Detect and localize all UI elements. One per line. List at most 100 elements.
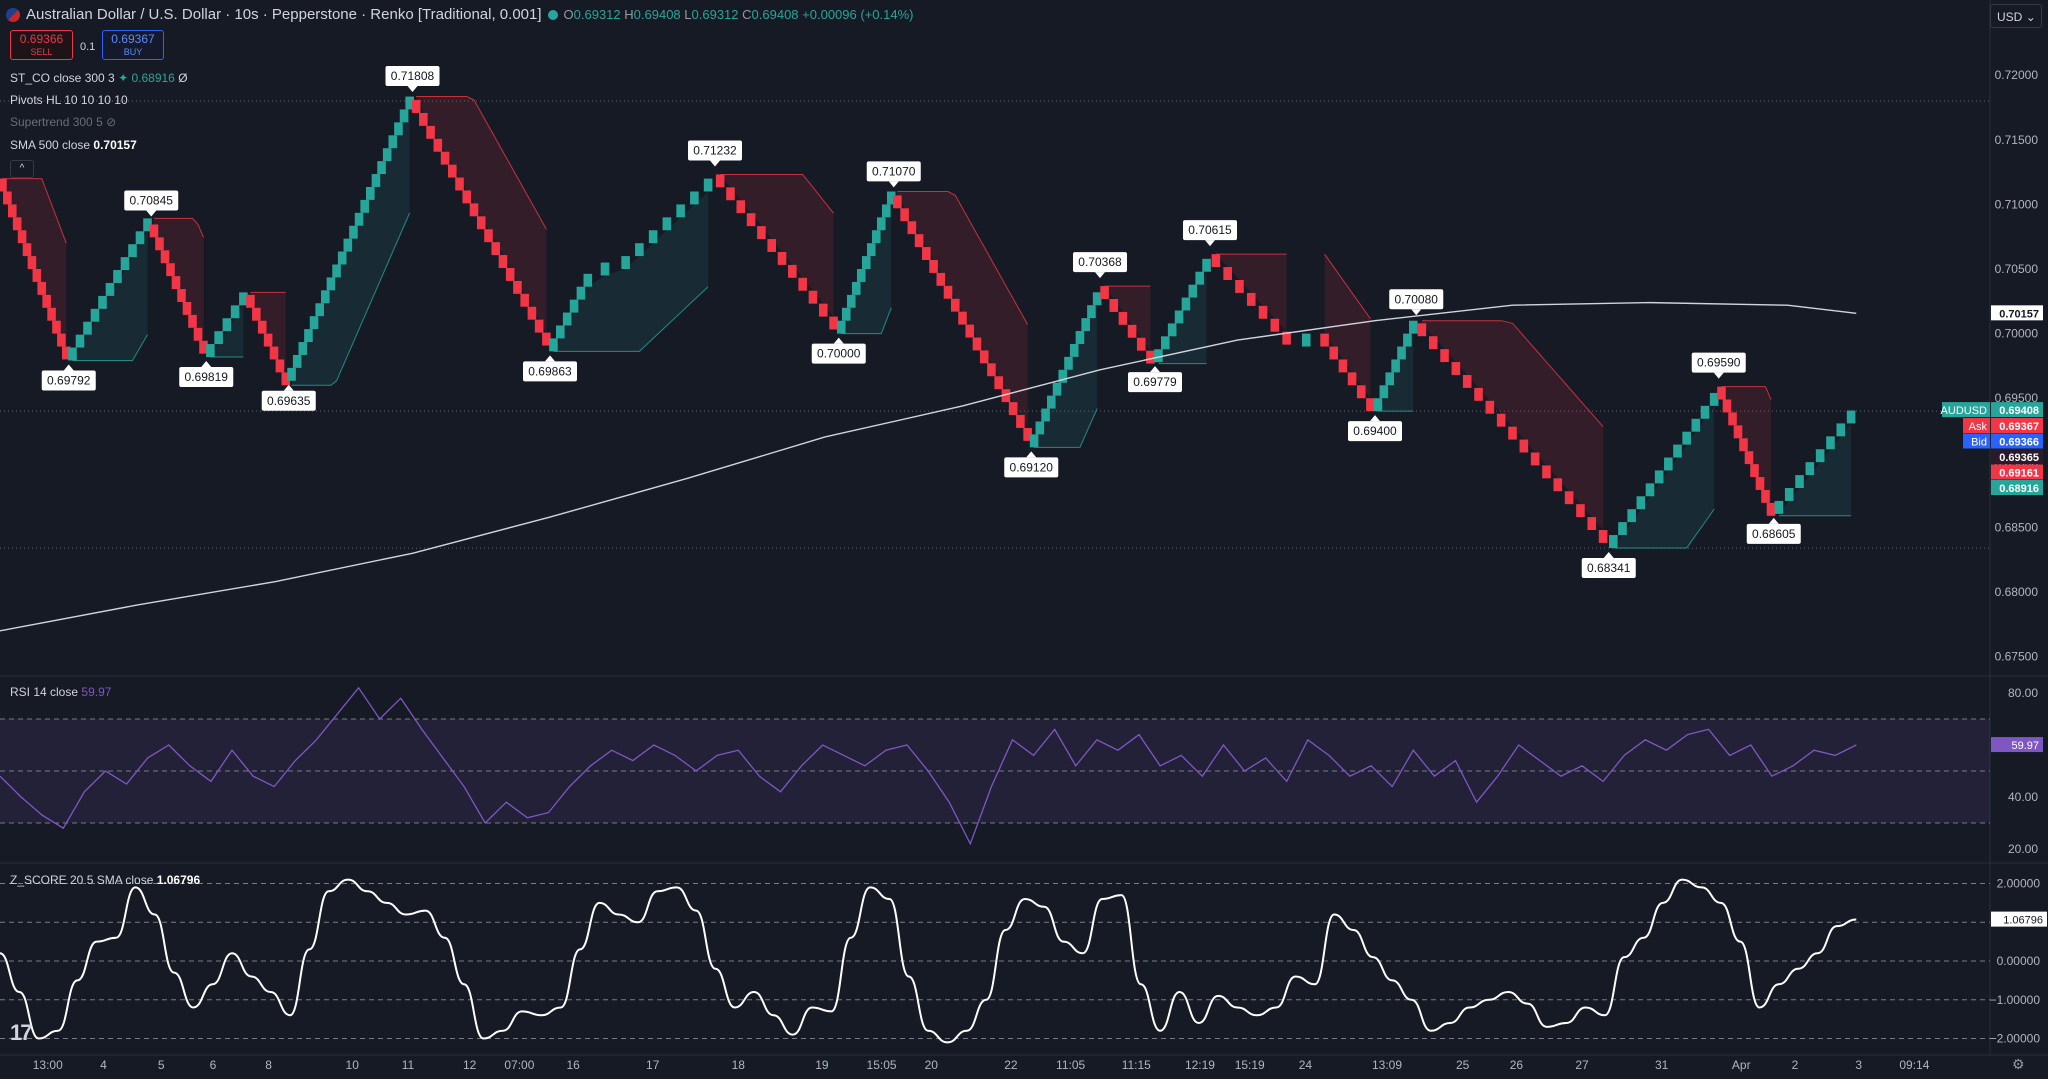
pivot-label-pointer	[201, 361, 212, 368]
spread-value: 0.1	[80, 41, 96, 53]
renko-brick-up	[135, 231, 145, 245]
sell-button[interactable]: 0.69366 SELL	[10, 30, 73, 60]
renko-brick-up	[304, 329, 313, 343]
pivot-label-low: 0.69635	[261, 384, 316, 411]
legend-supertrend[interactable]: Supertrend 300 5 ⊘	[10, 115, 116, 129]
pivot-label-high: 0.71808	[385, 66, 440, 93]
time-tick-label: 12:19	[1185, 1058, 1215, 1072]
renko-brick-down	[818, 303, 828, 317]
renko-brick-up	[90, 308, 100, 322]
pivot-label-low: 0.69779	[1128, 366, 1182, 393]
pivot-label-text: 0.70845	[130, 193, 174, 207]
renko-brick-down	[440, 151, 450, 165]
renko-brick-up	[1092, 292, 1102, 306]
renko-brick-up	[354, 212, 364, 226]
pivot-label-high: 0.70080	[1389, 289, 1444, 316]
renko-brick-down	[1258, 305, 1268, 319]
renko-brick-up	[1409, 320, 1418, 334]
pivot-label-pointer	[63, 364, 74, 371]
renko-brick-up	[1826, 436, 1835, 450]
renko-brick-up	[846, 294, 856, 308]
renko-brick-up	[326, 277, 336, 291]
pivot-label-pointer	[1713, 372, 1724, 379]
renko-brick-up	[1836, 423, 1846, 437]
renko-brick-up	[1397, 346, 1406, 360]
renko-brick-down	[1744, 451, 1754, 465]
renko-brick-down	[1576, 504, 1585, 518]
renko-brick-up	[861, 256, 871, 270]
renko-brick-up	[569, 299, 579, 313]
renko-brick-down	[1755, 477, 1765, 490]
legend-st-co[interactable]: ST_CO close 300 3 ✦ 0.68916 Ø	[10, 71, 188, 85]
renko-brick-down	[1211, 254, 1221, 268]
legend-zscore[interactable]: Z_SCORE 20 5 SMA close 1.06796	[10, 873, 200, 887]
renko-brick-up	[1188, 284, 1198, 298]
renko-brick-up	[298, 342, 308, 355]
renko-brick-up	[1618, 522, 1627, 536]
time-tick-label: 10	[346, 1058, 360, 1072]
market-status-icon	[547, 9, 558, 20]
renko-brick-down	[1733, 425, 1743, 439]
renko-brick-down	[1127, 324, 1137, 338]
pivot-label-low: 0.69863	[523, 355, 577, 382]
renko-brick-down	[1496, 413, 1506, 427]
legend-rsi[interactable]: RSI 14 close 59.97	[10, 685, 111, 699]
renko-brick-down	[798, 277, 807, 291]
rsi-tick-label: 20.00	[2008, 842, 2038, 856]
time-tick-label: 15:19	[1235, 1058, 1265, 1072]
renko-brick-down	[767, 239, 777, 252]
legend-pivots[interactable]: Pivots HL 10 10 10 10	[10, 93, 128, 107]
zscore-value-text: 1.06796	[2003, 915, 2043, 927]
buy-button[interactable]: 0.69367 BUY	[102, 30, 164, 60]
renko-brick-up	[399, 109, 409, 123]
pivot-labels: 0.69792 0.70845 0.69819 0.69635 0.71808 0.698…	[41, 66, 1801, 578]
renko-brick-down	[1530, 452, 1540, 466]
renko-brick-down	[914, 234, 924, 248]
legend-sma[interactable]: SMA 500 close 0.70157	[10, 138, 137, 152]
hidden-eye-icon[interactable]: ⊘	[106, 115, 116, 129]
renko-brick-down	[498, 255, 508, 268]
renko-brick-down	[987, 363, 996, 377]
ohlc-values: O0.69312 H0.69408 L0.69312 C0.69408 +0.0…	[563, 7, 914, 22]
renko-brick-up	[1373, 398, 1383, 412]
renko-brick-up	[371, 174, 381, 187]
pivot-label-pointer	[1205, 240, 1215, 247]
pivot-label-text: 0.69120	[1010, 460, 1054, 474]
symbol-title[interactable]: Australian Dollar / U.S. Dollar · 10s · …	[26, 6, 542, 23]
renko-brick-down	[484, 229, 493, 243]
pivot-label-text: 0.70368	[1078, 255, 1122, 269]
settings-gear-icon[interactable]: ⚙	[2012, 1056, 2025, 1073]
renko-brick-down	[269, 346, 279, 360]
time-tick-label: 6	[210, 1058, 217, 1072]
renko-brick-down	[47, 307, 56, 321]
price-change: +0.00096 (+0.14%)	[802, 7, 914, 22]
renko-brick-up	[98, 295, 107, 309]
renko-brick-up	[83, 321, 92, 335]
price-tick-label: 0.68500	[1995, 520, 2039, 534]
pivot-label-text: 0.69635	[267, 394, 311, 408]
supertrend-fill-down	[1421, 320, 1604, 531]
renko-brick-up	[222, 318, 232, 332]
currency-selector[interactable]: USD ⌄	[1990, 4, 2042, 28]
collapse-legend-button[interactable]: ^	[10, 160, 34, 178]
renko-brick-up	[1700, 405, 1710, 419]
renko-brick-down	[1766, 502, 1776, 516]
zscore-tick-label: 0.00000	[1997, 954, 2041, 968]
symbol-header: Australian Dollar / U.S. Dollar · 10s · …	[6, 6, 913, 23]
renko-brick-up	[1047, 395, 1056, 409]
renko-brick-up	[1379, 385, 1389, 399]
renko-brick-down	[188, 314, 197, 328]
chart-canvas[interactable]: 0.69792 0.70845 0.69819 0.69635 0.71808 0.698…	[0, 0, 2048, 1079]
renko-brick-up	[1391, 359, 1400, 373]
renko-brick-down	[3, 191, 12, 205]
renko-brick-up	[1167, 323, 1177, 337]
price-tick-label: 0.70500	[1995, 262, 2039, 276]
renko-brick-up	[120, 257, 130, 271]
renko-brick-down	[411, 100, 421, 113]
renko-brick-up	[388, 135, 398, 149]
renko-brick-up	[1069, 343, 1079, 357]
renko-brick-down	[1587, 517, 1597, 531]
price-tick-label: 0.72000	[1995, 68, 2039, 82]
renko-brick-down	[193, 327, 203, 341]
price-gridlines	[0, 0, 2048, 1056]
